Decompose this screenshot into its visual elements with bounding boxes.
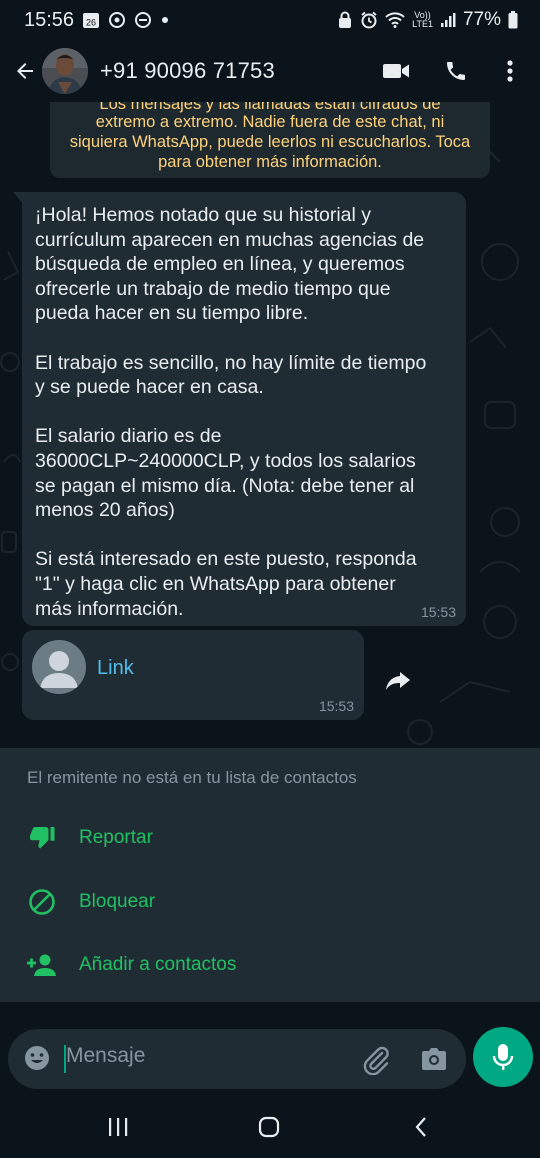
more-options-icon[interactable] <box>490 51 530 91</box>
lte-label: LTE1 <box>412 19 433 29</box>
block-label: Bloquear <box>79 891 156 912</box>
status-bar: 15:56 26 Vo)) LTE1 77% <box>0 0 540 40</box>
unknown-sender-panel: El remitente no está en tu lista de cont… <box>0 748 540 1002</box>
wifi-icon <box>385 12 405 28</box>
calendar-icon: 26 <box>82 11 100 29</box>
encryption-notice-line-2: siquiera WhatsApp, puede leerlos ni escu… <box>69 133 471 151</box>
signal-icon <box>440 12 456 28</box>
message-placeholder: Mensaje <box>66 1044 146 1067</box>
do-not-disturb-icon <box>134 11 152 29</box>
default-avatar-icon <box>32 640 86 694</box>
battery-percent: 77% <box>462 9 501 30</box>
recent-apps-icon[interactable] <box>98 1112 138 1142</box>
system-navigation-bar <box>0 1094 540 1158</box>
thumbs-down-icon <box>26 822 58 854</box>
voice-call-icon[interactable] <box>436 51 476 91</box>
composer-bar: Mensaje <box>0 1002 540 1089</box>
message-input[interactable]: Mensaje <box>8 1029 466 1089</box>
block-icon <box>26 886 58 918</box>
alarm-icon <box>360 11 378 29</box>
forward-icon[interactable] <box>376 658 420 702</box>
home-icon[interactable] <box>249 1112 289 1142</box>
voice-message-button[interactable] <box>473 1027 533 1087</box>
calendar-day: 26 <box>86 18 96 28</box>
encryption-notice[interactable]: Los mensajes y las llamadas están cifrad… <box>50 102 490 178</box>
incoming-message[interactable]: ¡Hola! Hemos notado que su historial y c… <box>22 192 466 626</box>
microphone-icon <box>492 1044 514 1070</box>
add-to-contacts-label: Añadir a contactos <box>79 954 237 975</box>
emoji-icon[interactable] <box>22 1043 52 1073</box>
contact-avatar[interactable] <box>42 48 88 94</box>
add-person-icon <box>26 949 58 981</box>
whatsapp-chat-screen: 15:56 26 Vo)) LTE1 77% +91 90096 71753 L… <box>0 0 540 1158</box>
sync-icon <box>108 11 126 29</box>
notification-dot-icon <box>160 15 170 25</box>
message-timestamp: 15:53 <box>420 604 456 620</box>
back-nav-icon[interactable] <box>401 1112 441 1142</box>
camera-icon[interactable] <box>418 1043 450 1075</box>
message-list[interactable]: Los mensajes y las llamadas están cifrad… <box>0 102 540 748</box>
encryption-notice-line-0: Los mensajes y las llamadas están cifrad… <box>99 102 441 113</box>
encryption-notice-line-3: para obtener más información. <box>158 153 382 171</box>
contact-card-name[interactable]: Link <box>97 657 134 680</box>
message-text: ¡Hola! Hemos notado que su historial y c… <box>35 204 427 620</box>
battery-icon <box>508 11 518 29</box>
report-label: Reportar <box>79 827 153 848</box>
status-time: 15:56 <box>24 8 75 31</box>
report-button[interactable]: Reportar <box>0 813 540 863</box>
lock-icon <box>337 11 353 29</box>
attach-icon[interactable] <box>360 1043 392 1076</box>
chat-header: +91 90096 71753 <box>0 40 540 102</box>
add-to-contacts-button[interactable]: Añadir a contactos <box>0 940 540 990</box>
encryption-notice-line-1: extremo a extremo. Nadie fuera de este c… <box>95 113 445 131</box>
contact-phone-number[interactable]: +91 90096 71753 <box>100 58 275 84</box>
contact-card-message[interactable]: Link 15:53 <box>22 630 364 720</box>
back-arrow-icon[interactable] <box>8 54 42 88</box>
block-button[interactable]: Bloquear <box>0 877 540 927</box>
volte-indicator: Vo)) LTE1 <box>412 11 433 29</box>
video-call-icon[interactable] <box>376 51 416 91</box>
unknown-sender-note: El remitente no está en tu lista de cont… <box>27 768 357 787</box>
message-timestamp: 15:53 <box>318 698 354 714</box>
